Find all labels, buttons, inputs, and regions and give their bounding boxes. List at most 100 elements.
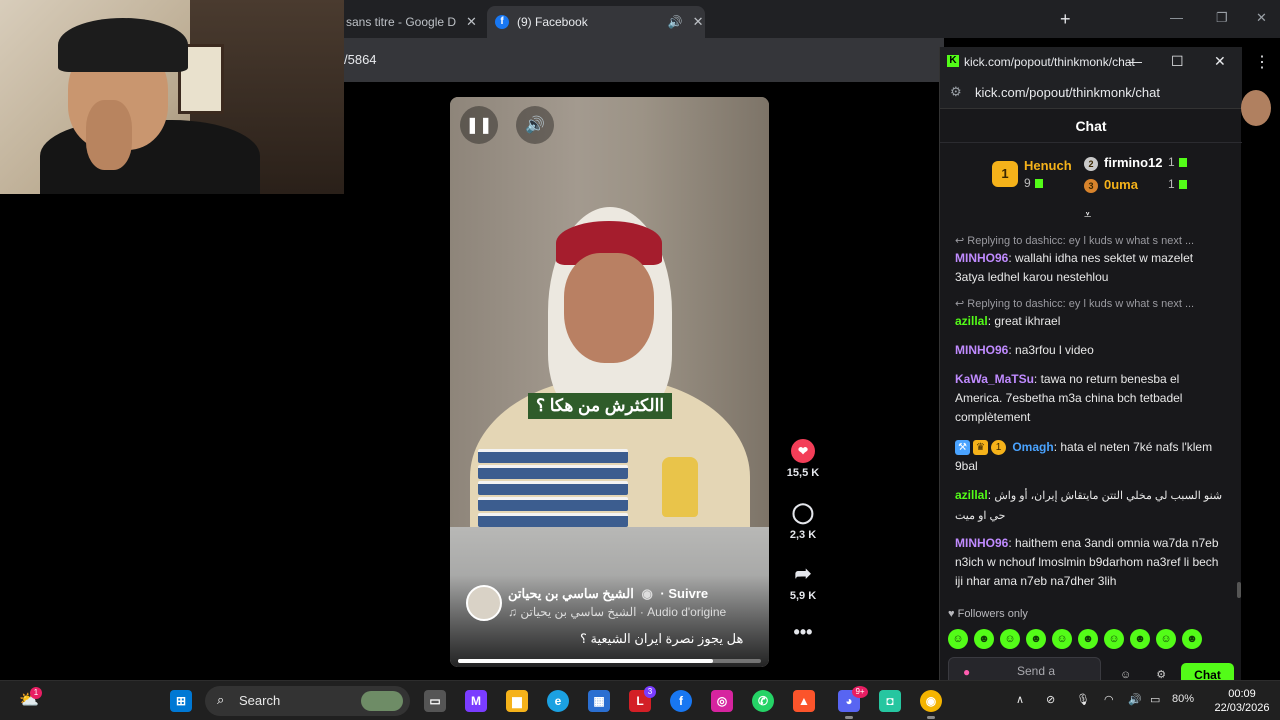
chat-message: KaWa_MaTSu: tawa no return benesba el Am…: [955, 372, 1183, 424]
maximize-icon[interactable]: ☐: [1171, 53, 1184, 70]
author-name[interactable]: الشيخ ساسي بن يحياتن: [508, 586, 634, 601]
chat-text: شنو السبب لي مخلي التتن مايتقاش إيران، أ…: [955, 490, 1223, 522]
microphone-icon[interactable]: 🎙: [1076, 693, 1090, 706]
weather-badge: 1: [30, 687, 42, 699]
whatsapp-icon[interactable]: ✆: [752, 690, 774, 712]
chat-username[interactable]: MINHO96: [955, 343, 1008, 357]
file-explorer-icon[interactable]: ▆: [506, 690, 528, 712]
chrome-running-indicator: [927, 716, 935, 719]
kick-url-bar[interactable]: ⚙ kick.com/popout/thinkmonk/chat: [940, 77, 1242, 109]
chat-username[interactable]: MINHO96: [955, 251, 1008, 265]
taskbar-search[interactable]: ⌕ Search: [205, 686, 410, 716]
more-options-icon[interactable]: •••: [780, 622, 826, 643]
chat-username[interactable]: azillal: [955, 314, 988, 328]
battery-icon[interactable]: ▭: [1150, 693, 1160, 706]
taskbar-clock[interactable]: 00:09 22/03/2026: [1210, 687, 1274, 715]
edge-icon[interactable]: e: [547, 690, 569, 712]
emote-icon[interactable]: ☻: [1130, 629, 1150, 649]
maximize-icon[interactable]: ❐: [1216, 10, 1228, 26]
address-bar[interactable]: /5864: [344, 38, 944, 82]
reply-context[interactable]: ↩ Replying to dashicc: ey l kuds w what …: [955, 297, 1194, 310]
leader-name[interactable]: Henuch: [1024, 158, 1072, 173]
emote-icon[interactable]: ☺: [1052, 629, 1072, 649]
chat-username[interactable]: Omagh: [1012, 440, 1053, 454]
reply-context[interactable]: ↩ Replying to dashicc: ey l kuds w what …: [955, 234, 1194, 247]
gifter-badge-icon: 1: [991, 440, 1006, 456]
audio-line[interactable]: ♫ الشيخ ساسي بن يحياتن · Audio d'origine: [508, 605, 726, 619]
tab-google-doc[interactable]: sans titre - Google D ✕: [346, 6, 480, 38]
gift-icon: [1178, 158, 1187, 168]
rank-1-medal-icon: 1: [992, 161, 1018, 187]
clock-time: 00:09: [1228, 688, 1256, 700]
profile-avatar[interactable]: [1241, 90, 1271, 126]
facebook-app-icon[interactable]: f: [670, 690, 692, 712]
emote-icon[interactable]: ☺: [1104, 629, 1124, 649]
like-action[interactable]: ❤ 15,5 K: [780, 439, 826, 479]
comment-icon[interactable]: ◯: [780, 500, 826, 525]
speaker-icon[interactable]: 🔊: [668, 15, 683, 29]
leader-count: 9: [1024, 176, 1043, 190]
tray-chevron-icon[interactable]: ∧: [1016, 693, 1024, 706]
taskbar: ⛅ 1 ⊞ ⌕ Search ▭ M ▆ e ▦ L 3 f ◎ ✆ ▲ ◕ 9…: [0, 680, 1280, 720]
reel-caption: هل يجوز نصرة ايران الشيعية ؟: [580, 631, 744, 646]
leader-name[interactable]: 0uma: [1104, 177, 1138, 192]
chat-username[interactable]: MINHO96: [955, 536, 1008, 550]
volume-icon[interactable]: 🔊: [1128, 693, 1142, 706]
store-icon[interactable]: ▦: [588, 690, 610, 712]
emote-icon[interactable]: ☺: [1156, 629, 1176, 649]
network-off-icon[interactable]: ⊘: [1046, 693, 1055, 706]
instagram-icon[interactable]: ◎: [711, 690, 733, 712]
tab-close-icon[interactable]: ✕: [693, 14, 704, 30]
share-action[interactable]: ➦ 5,9 K: [780, 561, 826, 602]
video-progress-bar[interactable]: [458, 659, 761, 663]
chat-message: azillal: great ikhrael: [955, 314, 1061, 328]
chat-message: ⚒ ♛ 1 Omagh: hata el neten 7ké nafs l'klem…: [955, 440, 1213, 473]
share-icon[interactable]: ➦: [780, 561, 826, 586]
new-tab-button[interactable]: +: [1060, 9, 1071, 30]
tab-facebook[interactable]: f (9) Facebook 🔊 ✕: [487, 6, 705, 38]
book: [478, 513, 628, 527]
close-icon[interactable]: ✕: [1256, 10, 1267, 26]
pause-button[interactable]: ❚❚: [460, 106, 498, 144]
emote-icon[interactable]: ☻: [1182, 629, 1202, 649]
microsoft-365-icon[interactable]: M: [465, 690, 487, 712]
tab-close-icon[interactable]: ✕: [466, 14, 477, 30]
minimize-icon[interactable]: —: [1128, 53, 1142, 69]
site-settings-icon[interactable]: ⚙: [950, 84, 962, 100]
wifi-icon[interactable]: ◠: [1104, 693, 1114, 706]
close-icon[interactable]: ✕: [1214, 53, 1226, 70]
browser-menu-icon[interactable]: ⋮: [1254, 52, 1270, 72]
kick-title-bar: K kick.com/popout/thinkmonk/chat — ☐ ✕: [940, 47, 1242, 77]
minimize-icon[interactable]: —: [1170, 10, 1183, 25]
chrome-icon[interactable]: ◉: [920, 690, 942, 712]
chat-username[interactable]: azillal: [955, 488, 988, 502]
office-badge: 3: [644, 686, 656, 698]
moderator-badge-icon: ⚒: [955, 440, 970, 456]
kick-logo-icon: K: [947, 55, 959, 67]
author-avatar[interactable]: [466, 585, 502, 621]
leader-count: 1: [1168, 155, 1187, 169]
reel-video[interactable]: االكثرش من هكا ؟ ❚❚ 🔊 الشيخ ساسي بن يحيا…: [450, 97, 769, 667]
follow-link[interactable]: · Suivre: [660, 586, 708, 601]
book: [478, 465, 628, 479]
task-view-icon[interactable]: ▭: [424, 690, 446, 712]
video-subtitle: االكثرش من هكا ؟: [528, 393, 673, 419]
speaker-face: [564, 253, 654, 363]
app-icon[interactable]: ◘: [879, 690, 901, 712]
windows-start-icon[interactable]: ⊞: [170, 690, 192, 712]
volume-button[interactable]: 🔊: [516, 106, 554, 144]
emote-icon[interactable]: ☻: [974, 629, 994, 649]
mic-icon[interactable]: ●: [963, 665, 970, 679]
emote-icon[interactable]: ☻: [1026, 629, 1046, 649]
collapse-leaderboard-icon[interactable]: ⩡: [1084, 207, 1091, 223]
heart-icon[interactable]: ❤: [791, 439, 815, 463]
emote-icon[interactable]: ☺: [1000, 629, 1020, 649]
leader-name[interactable]: firmino12: [1104, 155, 1163, 170]
emote-icon[interactable]: ☺: [948, 629, 968, 649]
chat-scrollbar[interactable]: [1237, 582, 1241, 598]
chat-username[interactable]: KaWa_MaTSu: [955, 372, 1034, 386]
emote-icon[interactable]: ☻: [1078, 629, 1098, 649]
comment-action[interactable]: ◯ 2,3 K: [780, 500, 826, 541]
brave-icon[interactable]: ▲: [793, 690, 815, 712]
kick-url: kick.com/popout/thinkmonk/chat: [975, 85, 1160, 100]
